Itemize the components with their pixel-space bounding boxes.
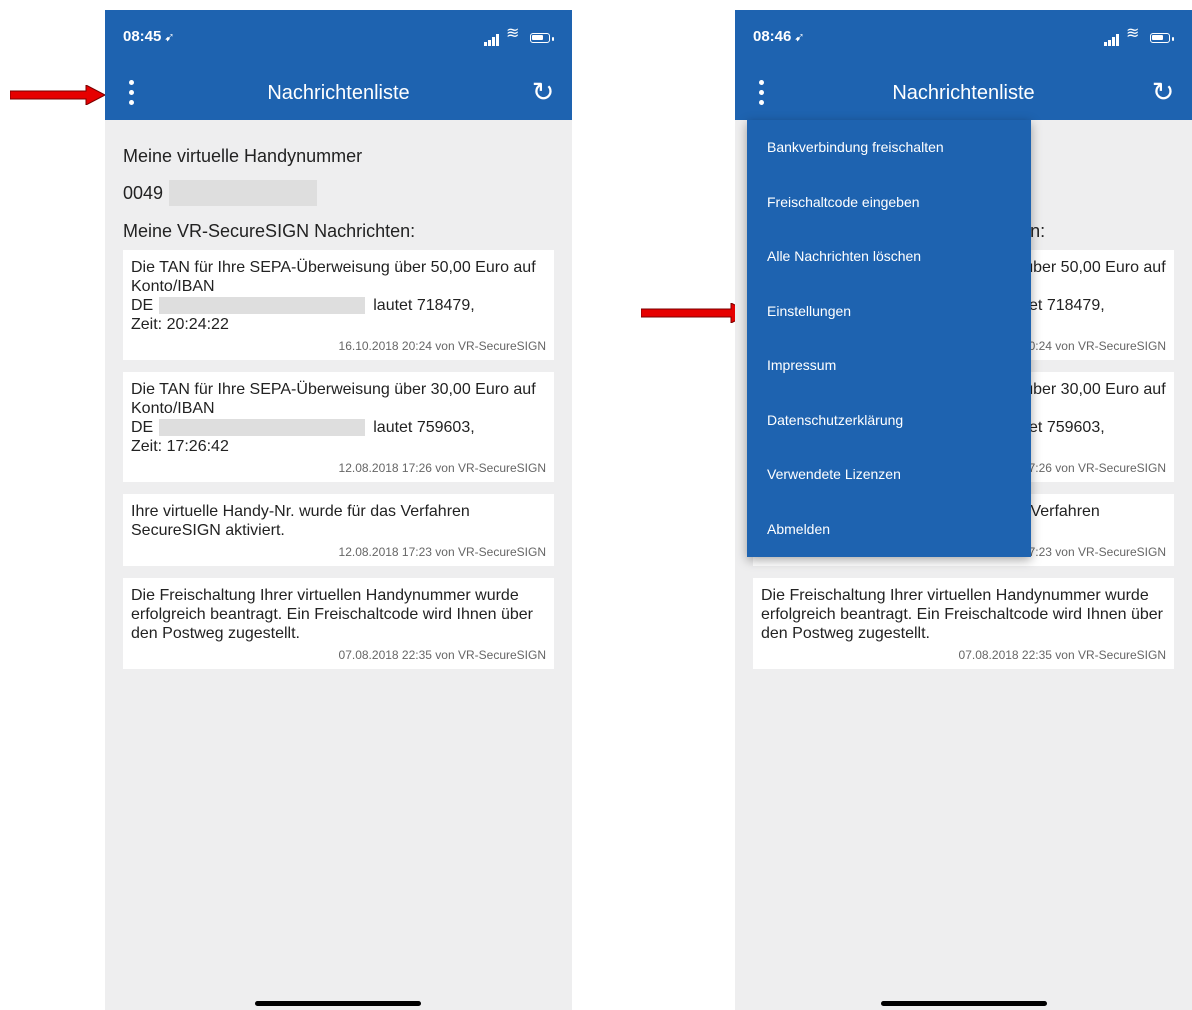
nav-bar: Nachrichtenliste ↻ (105, 65, 572, 120)
overflow-dropdown-menu: Bankverbindung freischalten Freischaltco… (747, 120, 1031, 557)
redacted-iban (159, 419, 366, 436)
battery-icon (1150, 33, 1170, 43)
menu-item-bankverbindung-freischalten[interactable]: Bankverbindung freischalten (747, 120, 1031, 175)
tan-value: lautet 759603, (373, 419, 475, 436)
home-indicator[interactable] (255, 1001, 421, 1006)
iban-prefix: DE (131, 297, 154, 314)
message-meta: 12.08.2018 17:26 von VR-SecureSIGN (338, 461, 546, 475)
message-time: Zeit: 17:26:42 (131, 438, 229, 455)
refresh-icon[interactable]: ↻ (1148, 77, 1178, 107)
message-list-content: Meine virtuelle Handynummer 0049 Meine V… (123, 146, 554, 681)
message-card-tan-1[interactable]: Die TAN für Ihre SEPA-Überweisung über 5… (123, 250, 554, 360)
message-text: Die TAN für Ihre SEPA-Überweisung über 5… (131, 259, 536, 295)
iban-prefix: DE (131, 419, 154, 436)
battery-tip (552, 37, 554, 41)
redacted-phone-number (169, 180, 318, 206)
status-bar: 08:45 ➹ ≋ (105, 10, 572, 65)
wifi-icon: ≋ (1126, 25, 1140, 42)
menu-item-impressum[interactable]: Impressum (747, 338, 1031, 393)
virtual-number-label: Meine virtuelle Handynummer (123, 146, 363, 166)
menu-item-datenschutzerklaerung[interactable]: Datenschutzerklärung (747, 393, 1031, 448)
redacted-iban (159, 297, 366, 314)
message-meta: 16.10.2018 20:24 von VR-SecureSIGN (338, 339, 546, 353)
status-time: 08:46 ➹ (753, 28, 805, 45)
virtual-number-value: 0049 (123, 179, 554, 207)
annotation-arrow-menu (10, 85, 105, 105)
message-meta: 12.08.2018 17:23 von VR-SecureSIGN (338, 545, 546, 559)
message-text: Die TAN für Ihre SEPA-Überweisung über 3… (131, 381, 536, 417)
battery-icon (530, 33, 550, 43)
location-icon: ➹ (164, 30, 175, 44)
message-card-unlock-request[interactable]: Die Freischaltung Ihrer virtuellen Handy… (123, 578, 554, 669)
location-icon: ➹ (794, 30, 805, 44)
refresh-icon[interactable]: ↻ (528, 77, 558, 107)
cellular-signal-icon (484, 34, 500, 46)
cellular-signal-icon (1104, 34, 1120, 46)
message-card-activation[interactable]: Ihre virtuelle Handy-Nr. wurde für das V… (123, 494, 554, 566)
status-time: 08:45 ➹ (123, 28, 175, 45)
status-icons: ≋ (1104, 26, 1174, 46)
message-text: Ihre virtuelle Handy-Nr. wurde für das V… (131, 503, 470, 539)
message-text: Die Freischaltung Ihrer virtuellen Handy… (131, 587, 533, 642)
country-code: 0049 (123, 182, 164, 203)
message-text: Die Freischaltung Ihrer virtuellen Handy… (761, 587, 1163, 642)
message-card-unlock-request[interactable]: Die Freischaltung Ihrer virtuellen Handy… (753, 578, 1174, 669)
menu-item-freischaltcode-eingeben[interactable]: Freischaltcode eingeben (747, 175, 1031, 230)
menu-item-abmelden[interactable]: Abmelden (747, 502, 1031, 557)
message-time: Zeit: 20:24:22 (131, 316, 229, 333)
message-meta: 07.08.2018 22:35 von VR-SecureSIGN (958, 648, 1166, 662)
tan-value: lautet 718479, (373, 297, 475, 314)
page-title: Nachrichtenliste (892, 82, 1035, 104)
message-iban-row: DE lautet 718479, (131, 296, 546, 315)
battery-tip (1172, 37, 1174, 41)
status-icons: ≋ (484, 26, 554, 46)
message-iban-row: DE lautet 759603, (131, 418, 546, 437)
message-meta: 07.08.2018 22:35 von VR-SecureSIGN (338, 648, 546, 662)
menu-item-alle-nachrichten-loeschen[interactable]: Alle Nachrichten löschen (747, 229, 1031, 284)
menu-item-einstellungen[interactable]: Einstellungen (747, 284, 1031, 339)
messages-label: Meine VR-SecureSIGN Nachrichten: (123, 221, 416, 241)
menu-item-verwendete-lizenzen[interactable]: Verwendete Lizenzen (747, 447, 1031, 502)
nav-bar: Nachrichtenliste ↻ (735, 65, 1192, 120)
status-bar: 08:46 ➹ ≋ (735, 10, 1192, 65)
message-card-tan-2[interactable]: Die TAN für Ihre SEPA-Überweisung über 3… (123, 372, 554, 482)
page-title: Nachrichtenliste (267, 82, 410, 104)
phone-screen-message-list: 08:45 ➹ ≋ Nachrichtenliste ↻ Meine virtue… (105, 10, 572, 1010)
wifi-icon: ≋ (506, 25, 520, 42)
phone-screen-menu-open: 08:46➹ ≋ Nachrichtenliste ↻ Meine virtue… (735, 10, 1192, 1010)
home-indicator[interactable] (881, 1001, 1047, 1006)
